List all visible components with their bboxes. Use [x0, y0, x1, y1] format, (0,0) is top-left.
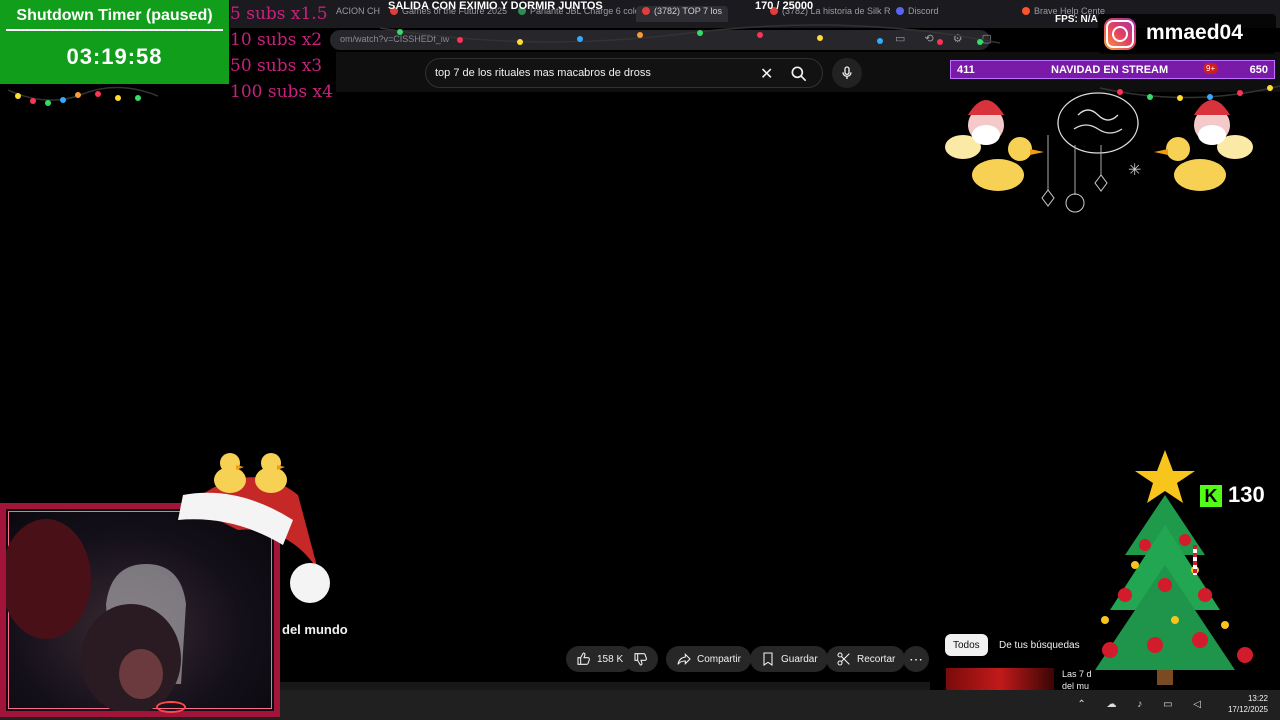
kick-viewer-count: K 130: [1200, 482, 1265, 508]
share-button[interactable]: Compartir: [666, 646, 751, 672]
dislike-button[interactable]: [624, 646, 658, 672]
tab-0[interactable]: ACION CH: [336, 6, 380, 22]
timer-title: Shutdown Timer (paused): [16, 7, 213, 24]
clock-date: 17/12/2025: [1227, 705, 1268, 714]
like-count: 158 K: [597, 653, 624, 665]
description-area: [280, 682, 930, 690]
svg-text:✳: ✳: [1128, 160, 1141, 179]
save-button[interactable]: Guardar: [750, 646, 828, 672]
event-right-count: 650: [1249, 64, 1268, 76]
discord-favicon-icon: [896, 7, 904, 15]
thumbs-down-icon: [634, 653, 647, 666]
chip-all[interactable]: Todos: [945, 634, 988, 656]
clip-label: Recortar: [857, 653, 896, 665]
subs-multiplier-2: 10 subs x2: [230, 30, 323, 50]
chip-from-searches[interactable]: De tus búsquedas: [991, 634, 1088, 656]
clip-button[interactable]: Recortar: [826, 646, 906, 672]
santa-duck-right-icon: [1154, 100, 1253, 191]
kick-logo-icon: K: [1200, 485, 1222, 507]
kick-viewers: 130: [1228, 482, 1265, 507]
voice-search-button[interactable]: [832, 58, 862, 88]
instagram-handle-overlay: mmaed04: [1098, 14, 1276, 54]
event-left-count: 411: [957, 64, 975, 76]
scissors-icon: [837, 652, 850, 666]
search-input[interactable]: top 7 de los rituales mas macabros de dr…: [425, 58, 823, 88]
stream-goal-counter: 170 / 25000: [755, 0, 814, 12]
instagram-username: mmaed04: [1146, 21, 1243, 44]
more-actions-button[interactable]: ⋯: [903, 646, 929, 672]
santa-duck-left-icon: [945, 100, 1044, 191]
shutdown-timer-widget: Shutdown Timer (paused) 03:19:58: [0, 0, 229, 84]
system-tray-icons[interactable]: ⌃ ☁ ♪ ▭ ◁: [1077, 699, 1210, 710]
navidad-event-bar: 411 NAVIDAD EN STREAM 9+ 650: [950, 60, 1275, 79]
sidebar-video-thumbnail[interactable]: [946, 668, 1054, 690]
stream-goal-title: SALIDA CON EXIMIO Y DORMIR JUNTOS: [388, 0, 603, 12]
thumbs-up-icon: [577, 652, 590, 665]
ring-light-reflection: [156, 701, 186, 713]
christmas-lights-top-left: [8, 86, 158, 106]
microphone-icon: [842, 66, 852, 79]
duck-right-icon: [255, 453, 287, 493]
fps-readout: FPS: N/A: [1055, 14, 1098, 25]
save-label: Guardar: [781, 653, 818, 665]
taskbar-clock[interactable]: 13:22 17/12/2025: [1228, 693, 1268, 715]
subs-multiplier-1: 5 subs x1.5: [230, 4, 328, 24]
subs-multiplier-3: 50 subs x3: [230, 56, 323, 76]
clear-search-icon[interactable]: ✕: [760, 64, 773, 84]
video-title: del mundo: [282, 622, 348, 637]
santa-hat-decoration: [178, 453, 330, 603]
share-label: Compartir: [697, 653, 741, 665]
more-dots-icon: ⋯: [909, 651, 923, 667]
christmas-lights-top-center: [380, 24, 1000, 45]
event-title: NAVIDAD EN STREAM: [1051, 64, 1169, 76]
share-icon: [677, 653, 691, 665]
subs-multiplier-4: 100 subs x4: [230, 82, 333, 102]
search-query-text: top 7 de los rituales mas macabros de dr…: [435, 67, 651, 79]
clock-time: 13:22: [1247, 694, 1268, 703]
notification-badge: 9+: [1203, 63, 1219, 74]
youtube-favicon-icon: [642, 7, 650, 15]
timer-divider: [6, 29, 223, 31]
duck-left-icon: [214, 453, 246, 493]
timer-countdown: 03:19:58: [66, 44, 163, 69]
search-icon[interactable]: [788, 64, 810, 84]
brave-favicon-icon: [1022, 7, 1030, 15]
feliz-navidad-ornament: ✳: [945, 92, 1253, 213]
instagram-logo-icon: [1104, 18, 1136, 50]
bookmark-icon: [763, 652, 773, 666]
